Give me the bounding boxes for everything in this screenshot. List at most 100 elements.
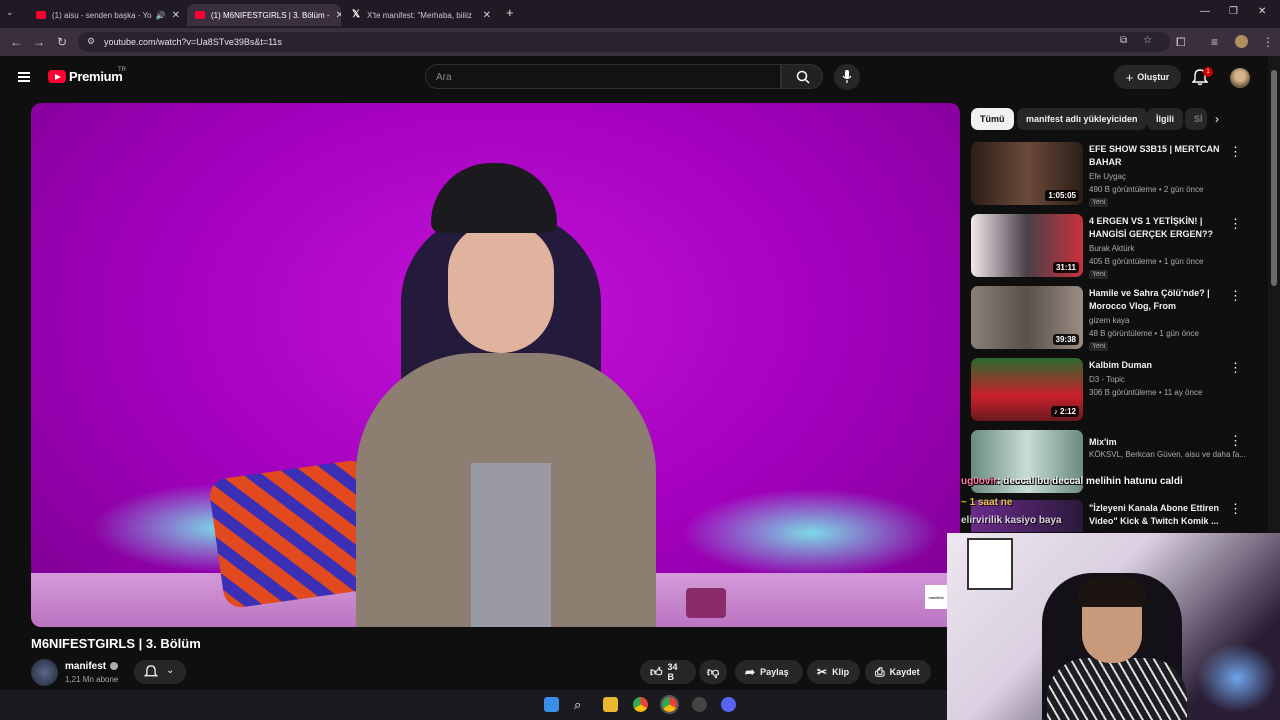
profile-avatar[interactable] — [1235, 35, 1248, 48]
media-icon[interactable]: ≡ — [1211, 35, 1218, 49]
app-icon[interactable] — [692, 697, 707, 712]
save-label: Kaydet — [889, 667, 920, 677]
recommendation-item[interactable]: 31:11 4 ERGEN VS 1 YETİŞKİN! | HANGİSİ G… — [971, 214, 1261, 280]
recommendation-title[interactable]: Kalbim Duman — [1089, 359, 1221, 372]
chat-message: ~ 1 saat ne — [961, 497, 1013, 508]
more-options-icon[interactable]: ⋮ — [1229, 144, 1242, 160]
more-options-icon[interactable]: ⋮ — [1229, 288, 1242, 304]
verified-icon — [110, 662, 118, 670]
discord-icon[interactable] — [721, 697, 736, 712]
channel-name[interactable]: manifest — [65, 661, 106, 672]
chip-more[interactable]: Sİ — [1185, 108, 1207, 130]
windows-start-icon[interactable] — [544, 697, 559, 712]
subscription-bell-button[interactable]: ⌄ — [134, 660, 186, 684]
subscriber-count: 1,21 Mn abone — [65, 675, 119, 684]
clip-button[interactable]: ✂ Klip — [807, 660, 860, 684]
chip-uploader[interactable]: manifest adlı yükleyiciden — [1017, 108, 1147, 130]
more-options-icon[interactable]: ⋮ — [1229, 360, 1242, 376]
recommendation-title[interactable]: Hamile ve Sahra Çölü'nde? | Morocco Vlog… — [1089, 287, 1221, 313]
bookmark-star-icon[interactable]: ☆ — [1143, 35, 1152, 46]
site-info-icon[interactable]: ⚙ — [87, 36, 95, 47]
youtube-logo-icon[interactable] — [48, 70, 66, 83]
clip-label: Klip — [832, 667, 850, 677]
x-icon: 𝕏 — [351, 9, 361, 20]
recommendation-meta: 306 B görüntüleme • 11 ay önce — [1089, 388, 1203, 397]
tab-3[interactable]: 𝕏 X'te manifest: "Merhaba, biiiiz ✕ — [343, 4, 499, 26]
more-options-icon[interactable]: ⋮ — [1229, 501, 1242, 517]
chat-message: ug0ovir: deccal bu deccal melihin hatunu… — [961, 476, 1183, 487]
close-icon[interactable]: ✕ — [477, 10, 491, 21]
back-icon[interactable]: ← — [10, 35, 22, 49]
file-explorer-icon[interactable] — [603, 697, 618, 712]
create-label: Oluştur — [1137, 72, 1170, 82]
tab-search-icon[interactable]: ⌄ — [6, 7, 14, 18]
video-thumbnail[interactable]: 1:05:05 — [971, 142, 1083, 205]
account-avatar[interactable] — [1230, 68, 1250, 88]
tab-title: (1) M6NIFESTGIRLS | 3. Bölüm - — [211, 10, 330, 20]
recommendation-channel[interactable]: D3 - Topic — [1089, 375, 1125, 384]
save-button[interactable]: ⎙ Kaydet — [865, 660, 931, 684]
reload-icon[interactable]: ↻ — [57, 35, 67, 49]
hamburger-menu-icon[interactable] — [18, 72, 30, 82]
channel-avatar[interactable] — [31, 659, 58, 686]
premium-logo-text[interactable]: Premium — [69, 69, 123, 84]
minimize-icon[interactable]: — — [1200, 6, 1210, 17]
streamer-webcam — [947, 533, 1280, 720]
chip-all[interactable]: Tümü — [971, 108, 1014, 130]
video-player[interactable] — [31, 103, 960, 627]
menu-icon[interactable]: ⋮ — [1262, 35, 1274, 49]
more-options-icon[interactable]: ⋮ — [1229, 216, 1242, 232]
video-thumbnail[interactable]: ♪ 2:12 — [971, 358, 1083, 421]
close-icon[interactable]: ✕ — [330, 10, 341, 21]
recommendation-item[interactable]: 39:38 Hamile ve Sahra Çölü'nde? | Morocc… — [971, 286, 1261, 352]
video-thumbnail[interactable]: 39:38 — [971, 286, 1083, 349]
chip-related[interactable]: İlgili — [1147, 108, 1183, 130]
create-button[interactable]: + Oluştur — [1114, 65, 1181, 89]
person-cap — [431, 163, 557, 233]
extensions-icon[interactable]: ⧠ — [1176, 35, 1186, 50]
close-window-icon[interactable]: ✕ — [1258, 6, 1266, 17]
duration-badge: 39:38 — [1052, 334, 1079, 345]
recommendation-item[interactable]: ♪ 2:12 Kalbim Duman D3 - Topic 306 B gör… — [971, 358, 1261, 424]
speaker-icon[interactable]: 🔊 — [152, 11, 166, 20]
close-icon[interactable]: ✕ — [166, 10, 180, 21]
scrollbar-thumb[interactable] — [1271, 70, 1277, 286]
recommendation-channel[interactable]: Efe Uygaç — [1089, 172, 1126, 181]
video-thumbnail[interactable]: 31:11 — [971, 214, 1083, 277]
address-bar[interactable]: ⚙ youtube.com/watch?v=Ua8STve39Bs&t=11s … — [78, 32, 1170, 52]
more-options-icon[interactable]: ⋮ — [1229, 433, 1242, 449]
search-button[interactable] — [781, 64, 823, 89]
scissors-icon: ✂ — [817, 665, 828, 679]
recommendation-title[interactable]: Mix'im — [1089, 436, 1221, 449]
recommendation-channel[interactable]: gizem kaya — [1089, 316, 1129, 325]
recommendation-title[interactable]: EFE SHOW S3B15 | MERTCAN BAHAR — [1089, 143, 1221, 169]
youtube-header: Premium TR Ara + Oluştur 1 — [0, 56, 1268, 100]
tab-2[interactable]: (1) M6NIFESTGIRLS | 3. Bölüm - ✕ — [187, 4, 341, 26]
tab-1[interactable]: (1) aisu - senden başka - Yo 🔊 ✕ — [28, 4, 184, 26]
recommendation-title[interactable]: "İzleyeni Kanala Abone Ettiren Video" Ki… — [1089, 502, 1221, 528]
recommendation-channel[interactable]: KÖKSVL, Berkcan Güven, aisu ve daha fa..… — [1089, 450, 1246, 459]
streamer-body — [1047, 658, 1187, 720]
chevron-right-icon[interactable]: › — [1215, 112, 1219, 126]
new-tab-button[interactable]: + — [506, 5, 514, 20]
search-icon[interactable]: ⌕ — [574, 697, 589, 712]
chrome-active-icon[interactable] — [660, 695, 679, 714]
share-button[interactable]: ➦ Paylaş — [735, 660, 803, 684]
like-button[interactable]: 👍︎ 34 B — [640, 660, 696, 684]
voice-search-button[interactable] — [834, 64, 860, 90]
chat-message: elirvirilik kasiyo baya — [961, 515, 1062, 526]
restore-icon[interactable]: ❐ — [1229, 6, 1238, 17]
chrome-icon[interactable] — [633, 697, 648, 712]
search-input[interactable]: Ara — [425, 64, 781, 89]
chat-username: ug0ovir — [961, 476, 998, 487]
region-code: TR — [118, 67, 126, 73]
cast-icon[interactable]: ⧉ — [1120, 35, 1127, 46]
recommendation-item[interactable]: 1:05:05 EFE SHOW S3B15 | MERTCAN BAHAR E… — [971, 142, 1261, 208]
rgb-light — [1197, 643, 1277, 713]
tab-title: (1) aisu - senden başka - Yo — [52, 10, 152, 20]
dislike-button[interactable]: 👎︎ — [699, 660, 727, 684]
recommendation-title[interactable]: 4 ERGEN VS 1 YETİŞKİN! | HANGİSİ GERÇEK … — [1089, 215, 1221, 241]
duration-badge: ♪ 2:12 — [1050, 406, 1079, 417]
forward-icon[interactable]: → — [33, 35, 45, 49]
recommendation-channel[interactable]: Burak Aktürk — [1089, 244, 1134, 253]
